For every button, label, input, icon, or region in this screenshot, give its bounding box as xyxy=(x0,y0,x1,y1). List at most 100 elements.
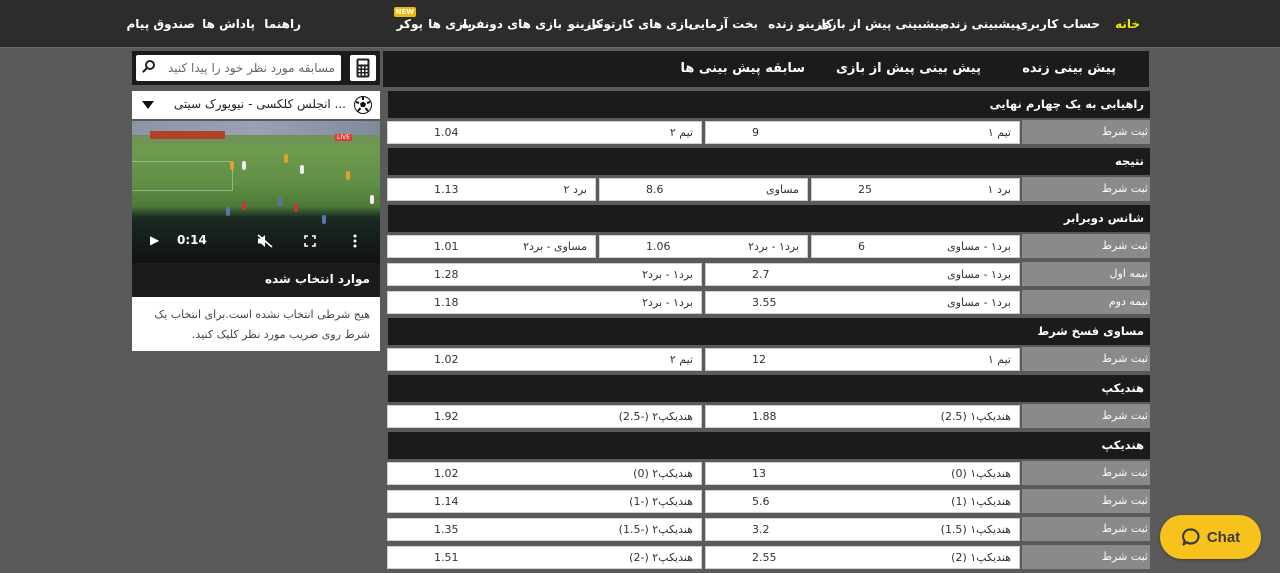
odds-button[interactable]: هندیکپ۱ (1) 5.6 xyxy=(705,490,1020,513)
odds-button[interactable]: هندیکپ۲ (-1.5) 1.35 xyxy=(387,518,702,541)
more-options-icon[interactable] xyxy=(353,234,357,248)
search-bar xyxy=(132,51,380,85)
market-row: ثبت شرط تیم ۱ 12 تیم ۲ 1.02 xyxy=(387,347,1150,373)
odds-button[interactable]: هندیکپ۱ (1.5) 3.2 xyxy=(705,518,1020,541)
odds-value: 1.88 xyxy=(752,410,777,423)
odds-button[interactable]: مساوی - برد۲ 1.01 xyxy=(387,235,596,258)
market-row: ثبت شرط هندیکپ۱ (1) 5.6 هندیکپ۲ (-1) 1.14 xyxy=(387,489,1150,515)
odds-outcome: هندیکپ۲ (-1) xyxy=(629,495,693,508)
odds-button[interactable]: تیم ۱ 12 xyxy=(705,348,1020,371)
new-badge: NEW xyxy=(393,7,416,17)
selected-match-label: ... انجلس کلکسی - نیویورک سیتی xyxy=(173,97,346,111)
nav-item-casino[interactable]: کازینو xyxy=(568,17,603,31)
odds-value: 3.55 xyxy=(752,296,777,309)
chat-button[interactable]: Chat xyxy=(1160,515,1261,559)
nav-item-lottery[interactable]: بخت آزمایی xyxy=(688,17,758,31)
odds-value: 25 xyxy=(858,183,872,196)
odds-outcome: هندیکپ۱ (0) xyxy=(951,467,1011,480)
odds-outcome: تیم ۱ xyxy=(987,126,1011,139)
chat-bubble-icon xyxy=(1181,528,1200,546)
odds-value: 1.28 xyxy=(434,268,459,281)
odds-value: 12 xyxy=(752,353,766,366)
nav-item-account[interactable]: حساب کاربری xyxy=(1017,17,1100,31)
odds-outcome: برد۱ - برد۲ xyxy=(642,268,693,281)
market-title: راهیابی به یک چهارم نهایی xyxy=(989,97,1144,111)
odds-button[interactable]: برد۱ - مساوی 2.7 xyxy=(705,263,1020,286)
nav-item-live-prediction[interactable]: پیشبینی زنده xyxy=(942,17,1020,31)
odds-value: 2.55 xyxy=(752,551,777,564)
odds-button[interactable]: هندیکپ۱ (0) 13 xyxy=(705,462,1020,485)
row-label: ثبت شرط xyxy=(1022,177,1150,201)
match-selector-dropdown[interactable]: ... انجلس کلکسی - نیویورک سیتی xyxy=(132,91,380,119)
odds-button[interactable]: برد۱ - برد۲ 1.28 xyxy=(387,263,702,286)
odds-outcome: برد۱ - مساوی xyxy=(947,240,1011,253)
odds-outcome: تیم ۲ xyxy=(669,126,693,139)
odds-button[interactable]: برد۱ - برد۲ 1.06 xyxy=(599,235,808,258)
odds-button[interactable]: برد ۱ 25 xyxy=(811,178,1020,201)
empty-betslip-message: هیج شرطی انتخاب نشده است.برای انتخاب یک … xyxy=(154,308,370,341)
market-row: نیمه دوم برد۱ - مساوی 3.55 برد۱ - برد۲ 1.18 xyxy=(387,290,1150,316)
market-title: مساوی فسخ شرط xyxy=(1037,324,1144,338)
odds-outcome: هندیکپ۲ (-2.5) xyxy=(618,410,693,423)
player xyxy=(278,197,282,206)
pitch-line xyxy=(132,161,233,191)
market-title: هندیکپ xyxy=(1101,381,1145,395)
row-label: ثبت شرط xyxy=(1022,517,1150,541)
nav-item-home[interactable]: خانه xyxy=(1115,17,1140,31)
odds-button[interactable]: هندیکپ۲ (-2.5) 1.92 xyxy=(387,405,702,428)
odds-button[interactable]: تیم ۲ 1.04 xyxy=(387,121,702,144)
nav-item-two-player-games[interactable]: بازی های دونفره xyxy=(462,17,562,31)
top-navigation: خانه حساب کاربری پیشبینی زنده پیشبینی پی… xyxy=(0,0,1280,48)
odds-button[interactable]: برد۱ - برد۲ 1.18 xyxy=(387,291,702,314)
calculator-icon xyxy=(356,58,370,78)
odds-button[interactable]: هندیکپ۱ (2.5) 1.88 xyxy=(705,405,1020,428)
nav-item-games[interactable]: بازی ها xyxy=(428,17,472,31)
tab-prematch-prediction[interactable]: پیش بینی پیش از بازی xyxy=(836,61,981,76)
fullscreen-icon[interactable] xyxy=(304,235,316,247)
odds-button[interactable]: مساوی 8.6 xyxy=(599,178,808,201)
odds-button[interactable]: هندیکپ۲ (0) 1.02 xyxy=(387,462,702,485)
search-icon[interactable] xyxy=(142,59,156,73)
nav-item-live-casino[interactable]: کازینو زنده xyxy=(768,17,833,31)
market-row: ثبت شرط هندیکپ۱ (1.5) 3.2 هندیکپ۲ (-1.5) 1.3… xyxy=(387,517,1150,543)
nav-item-prematch-prediction[interactable]: پیشبینی پیش از بازی xyxy=(819,17,944,31)
odds-value: 1.04 xyxy=(434,126,459,139)
odds-button[interactable]: برد۱ - مساوی 3.55 xyxy=(705,291,1020,314)
odds-outcome: برد۱ - برد۲ xyxy=(642,296,693,309)
market-title: شانس دوبرابر xyxy=(1063,211,1144,225)
odds-button[interactable]: برد۱ - مساوی 6 xyxy=(811,235,1020,258)
match-search-input[interactable] xyxy=(155,56,341,80)
odds-value: 1.35 xyxy=(434,523,459,536)
tab-prediction-history[interactable]: سابقه پیش بینی ها xyxy=(681,61,805,76)
tab-live-prediction[interactable]: پیش بینی زنده xyxy=(1022,61,1116,76)
odds-outcome: تیم ۱ xyxy=(987,353,1011,366)
odds-outcome: تیم ۲ xyxy=(669,353,693,366)
odds-button[interactable]: هندیکپ۱ (2) 2.55 xyxy=(705,546,1020,569)
nav-item-inbox[interactable]: صندوق پیام xyxy=(127,17,196,31)
odds-outcome: مساوی - برد۲ xyxy=(523,240,587,253)
row-label: ثبت شرط xyxy=(1022,234,1150,258)
live-video-player[interactable]: LIVE ▶ 0:14 xyxy=(132,121,380,263)
video-controls: ▶ 0:14 xyxy=(132,225,380,257)
nav-item-rewards[interactable]: پاداش ها xyxy=(202,17,255,31)
odds-value: 5.6 xyxy=(752,495,770,508)
player xyxy=(322,215,326,224)
odds-button[interactable]: برد ۲ 1.13 xyxy=(387,178,596,201)
odds-value: 1.92 xyxy=(434,410,459,423)
calculator-button[interactable] xyxy=(350,55,376,81)
odds-button[interactable]: تیم ۱ 9 xyxy=(705,121,1020,144)
odds-value: 1.02 xyxy=(434,467,459,480)
play-icon[interactable]: ▶ xyxy=(150,233,159,247)
odds-button[interactable]: هندیکپ۲ (-2) 1.51 xyxy=(387,546,702,569)
row-label: ثبت شرط xyxy=(1022,120,1150,144)
odds-outcome: هندیکپ۲ (-1.5) xyxy=(618,523,693,536)
odds-button[interactable]: هندیکپ۲ (-1) 1.14 xyxy=(387,490,702,513)
mute-icon[interactable] xyxy=(257,234,273,248)
nav-item-poker[interactable]: پوکر xyxy=(397,17,423,31)
odds-outcome: هندیکپ۱ (1) xyxy=(951,495,1011,508)
market-section-header: شانس دوبرابر xyxy=(388,205,1150,232)
odds-outcome: مساوی xyxy=(766,183,799,196)
odds-outcome: هندیکپ۲ (-2) xyxy=(629,551,693,564)
nav-item-help[interactable]: راهنما xyxy=(264,17,301,31)
odds-button[interactable]: تیم ۲ 1.02 xyxy=(387,348,702,371)
